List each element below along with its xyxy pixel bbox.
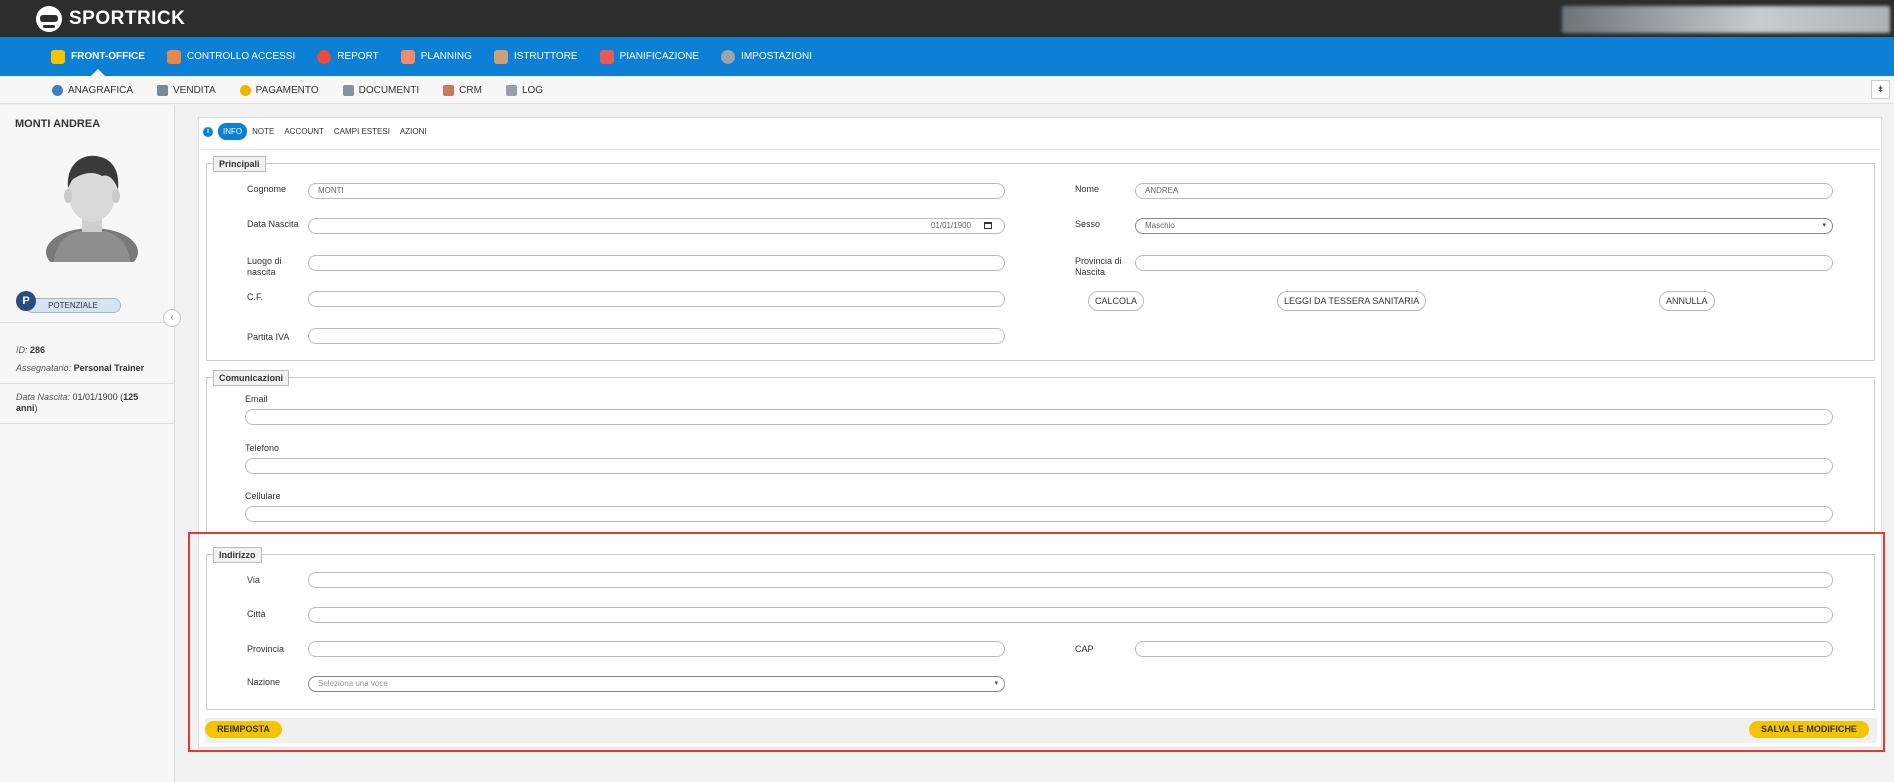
nav-report[interactable]: REPORT: [306, 37, 390, 76]
label-email: Email: [245, 394, 268, 404]
app-name: SPORTRICK: [69, 8, 186, 29]
input-luogo-nascita[interactable]: [308, 255, 1005, 271]
nav-pianificazione[interactable]: PIANIFICAZIONE: [589, 37, 710, 76]
annulla-button[interactable]: ANNULLA: [1659, 291, 1715, 311]
avatar: [46, 155, 138, 262]
report-icon: [317, 49, 332, 64]
access-control-icon: [166, 49, 181, 64]
label-partita-iva: Partita IVA: [247, 332, 290, 342]
settings-icon: [721, 49, 736, 64]
label-sesso: Sesso: [1075, 219, 1101, 229]
leggi-tessera-button[interactable]: LEGGI DA TESSERA SANITARIA: [1277, 291, 1427, 311]
tab-campi-estesi[interactable]: CAMPI ESTESI: [329, 123, 395, 140]
front-office-icon: [51, 49, 65, 64]
label-cognome: Cognome: [247, 184, 287, 194]
label-luogo-nascita: Luogo di nascita: [247, 256, 282, 277]
tab-azioni[interactable]: AZIONI: [395, 123, 432, 140]
customer-sidebar: MONTI ANDREA P POTENZIALE ID: 286 Assegn…: [0, 105, 175, 782]
chevron-left-icon: ‹: [170, 312, 174, 323]
nav-planning[interactable]: PLANNING: [390, 37, 483, 76]
sub-nav: ANAGRAFICA VENDITA PAGAMENTO DOCUMENTI C…: [0, 76, 1894, 104]
status-badge[interactable]: POTENZIALE: [25, 298, 121, 313]
divider: [0, 322, 175, 323]
customer-assignee: Assegnatario: Personal Trainer: [16, 363, 145, 373]
pin-button[interactable]: ⇟: [1871, 80, 1890, 99]
input-cellulare[interactable]: [245, 506, 1833, 522]
crm-icon: [443, 84, 455, 96]
label-nome: Nome: [1075, 184, 1100, 194]
label-provincia-nascita: Provincia di Nascita: [1075, 256, 1122, 277]
tabs-bar: i INFO NOTE ACCOUNT CAMPI ESTESI AZIONI: [203, 123, 432, 140]
app-logo[interactable]: SPORTRICK: [36, 6, 185, 32]
sale-icon: [157, 84, 169, 96]
date-value: 01/01/1900: [930, 221, 971, 230]
input-nome[interactable]: ANDREA: [1135, 183, 1833, 199]
select-sesso[interactable]: Maschio ▾: [1135, 218, 1833, 234]
label-cellulare: Cellulare: [245, 491, 281, 501]
top-bar: SPORTRICK: [0, 0, 1894, 37]
nav-istruttore[interactable]: ISTRUTTORE: [483, 37, 589, 76]
tabs-divider: [200, 149, 1880, 150]
nav-front-office[interactable]: FRONT-OFFICE: [40, 37, 156, 76]
tab-info[interactable]: INFO: [218, 123, 248, 140]
potential-badge-icon: P: [16, 291, 36, 311]
calendar-picker-icon[interactable]: [984, 222, 992, 229]
calendar-icon: [599, 49, 614, 64]
payment-icon: [239, 84, 251, 96]
input-telefono[interactable]: [245, 458, 1833, 474]
tab-note[interactable]: NOTE: [247, 123, 279, 140]
info-icon: i: [203, 126, 213, 137]
subnav-log[interactable]: LOG: [494, 76, 555, 104]
label-cf: C.F.: [247, 292, 264, 302]
customer-id: ID: 286: [16, 345, 46, 355]
tab-account[interactable]: ACCOUNT: [279, 123, 329, 140]
collapse-sidebar-button[interactable]: ‹: [163, 309, 181, 327]
subnav-documenti[interactable]: DOCUMENTI: [331, 76, 432, 104]
divider: [0, 383, 175, 384]
nav-controllo-accessi[interactable]: CONTROLLO ACCESSI: [156, 37, 306, 76]
calcola-button[interactable]: CALCOLA: [1088, 291, 1145, 311]
subnav-vendita[interactable]: VENDITA: [145, 76, 228, 104]
subnav-crm[interactable]: CRM: [431, 76, 494, 104]
input-partita-iva[interactable]: [308, 328, 1005, 344]
logo-icon: [36, 6, 62, 32]
log-icon: [505, 84, 517, 96]
select-sesso-value: Maschio: [1145, 221, 1175, 230]
label-data-nascita: Data Nascita: [247, 219, 299, 229]
subnav-pagamento[interactable]: PAGAMENTO: [228, 76, 331, 104]
subnav-anagrafica[interactable]: ANAGRAFICA: [40, 76, 145, 104]
input-provincia-nascita[interactable]: [1135, 255, 1833, 271]
legend-comunicazioni: Comunicazioni: [213, 370, 290, 386]
user-info-blurred[interactable]: [1562, 6, 1890, 33]
planning-icon: [400, 49, 415, 64]
input-email[interactable]: [245, 409, 1833, 425]
document-icon: [342, 84, 354, 96]
legend-principali: Principali: [213, 156, 266, 172]
pin-icon: ⇟: [1876, 84, 1885, 94]
chevron-down-icon: ▾: [1822, 222, 1826, 229]
input-data-nascita[interactable]: 01/01/1900: [308, 218, 1005, 234]
instructor-icon: [493, 49, 508, 64]
customer-name: MONTI ANDREA: [15, 118, 101, 130]
label-telefono: Telefono: [245, 443, 280, 453]
input-cf[interactable]: [308, 291, 1005, 307]
person-icon: [52, 84, 63, 96]
highlight-box: [188, 532, 1885, 752]
input-cognome[interactable]: MONTI: [308, 183, 1005, 199]
nav-impostazioni[interactable]: IMPOSTAZIONI: [710, 37, 823, 76]
divider: [0, 423, 175, 424]
main-nav: FRONT-OFFICE CONTROLLO ACCESSI REPORT PL…: [0, 37, 1894, 76]
customer-birth-date: Data Nascita: 01/01/1900 (125 anni): [16, 392, 139, 413]
